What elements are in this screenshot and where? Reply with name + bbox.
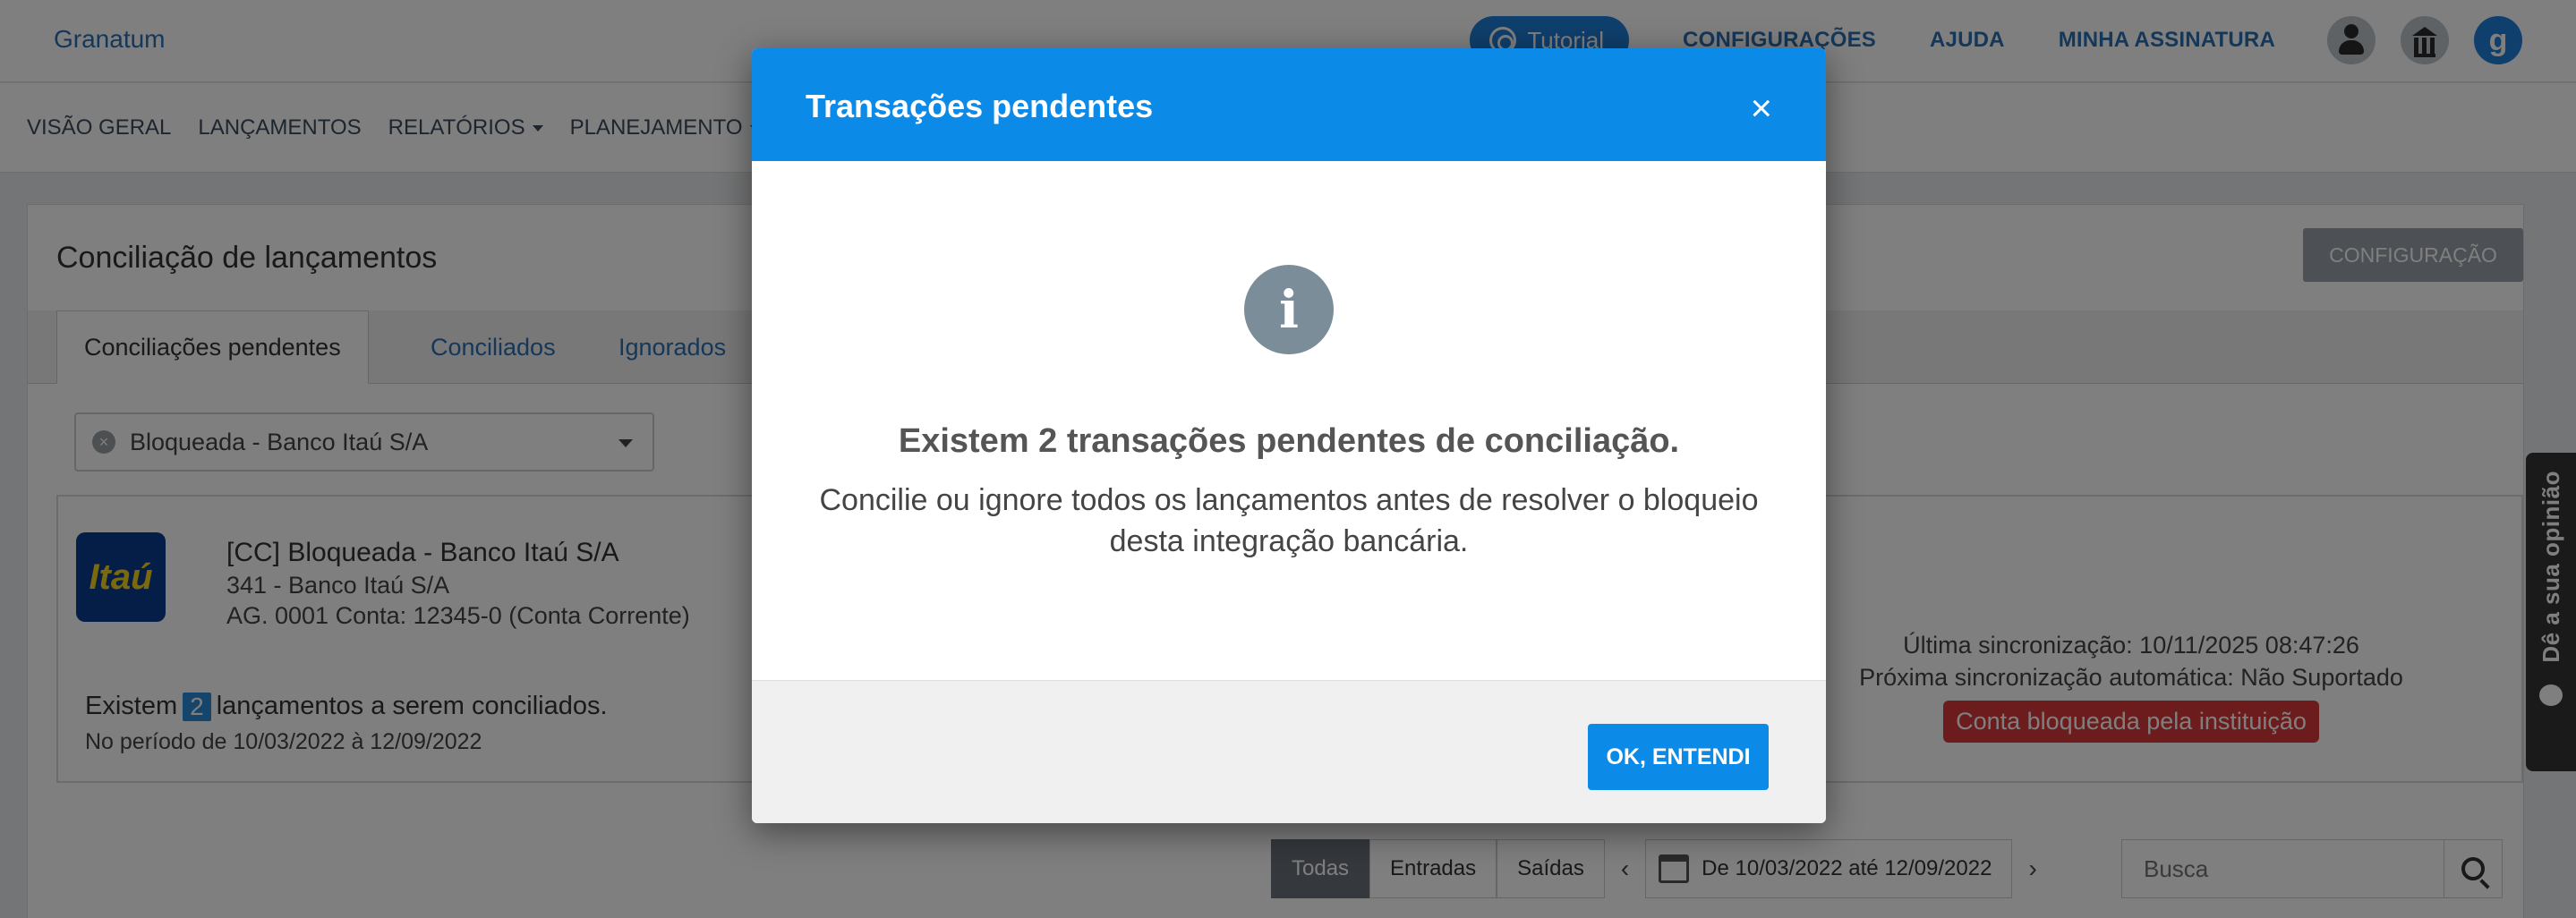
- modal-header: Transações pendentes ×: [752, 48, 1826, 161]
- close-icon[interactable]: ×: [1750, 89, 1772, 127]
- modal-title: Transações pendentes: [806, 88, 1154, 124]
- info-icon: i: [1244, 265, 1334, 354]
- modal-heading: Existem 2 transações pendentes de concil…: [898, 422, 1680, 460]
- modal-description: Concilie ou ignore todos os lançamentos …: [819, 483, 1759, 558]
- modal-footer: OK, ENTENDI: [752, 680, 1826, 823]
- ok-button[interactable]: OK, ENTENDI: [1588, 724, 1769, 790]
- pending-transactions-modal: Transações pendentes × i Existem 2 trans…: [752, 48, 1826, 823]
